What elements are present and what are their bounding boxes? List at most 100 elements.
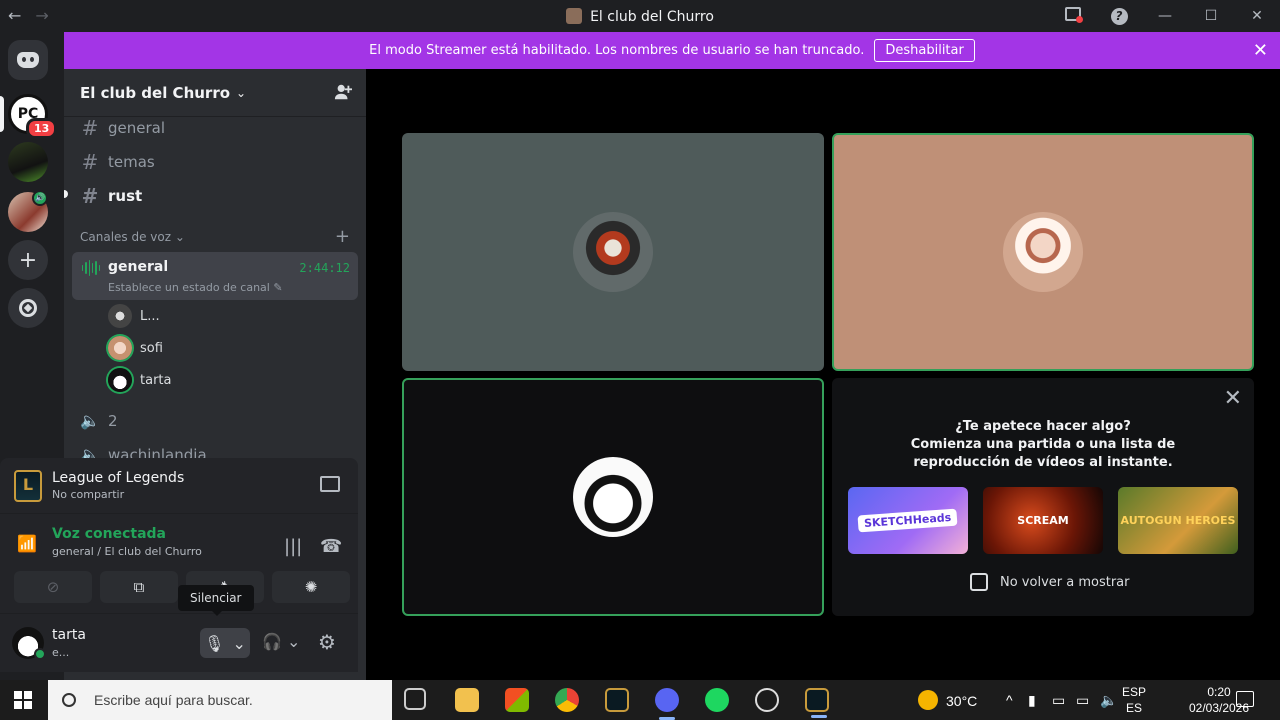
game-sketchheads[interactable]: SKETCHHeads (848, 487, 968, 554)
file-explorer-icon[interactable] (455, 688, 479, 712)
hash-icon: # (81, 150, 99, 174)
active-voice-channel[interactable]: general 2:44:12 Establece un estado de c… (72, 252, 358, 300)
server-cat[interactable] (8, 142, 48, 182)
windows-taskbar: Escribe aquí para buscar. 30°C ^ ▮ ▭ ▭ 🔈… (0, 680, 1280, 720)
add-server-button[interactable]: + (8, 240, 48, 280)
window-title-text: El club del Churro (590, 9, 714, 25)
inbox-icon (1065, 7, 1083, 23)
usb-icon[interactable]: ▮ (1028, 692, 1036, 709)
noise-suppression-icon[interactable]: ||| (284, 536, 302, 557)
weather-sun-icon[interactable] (918, 690, 938, 710)
voice-member[interactable]: sofi (108, 336, 163, 360)
channel-label: temas (108, 153, 155, 171)
display-icon[interactable]: ▭ (1076, 692, 1089, 709)
chevron-down-icon: ⌄ (174, 230, 185, 244)
video-tile-user-3[interactable] (402, 378, 824, 616)
obs-icon[interactable] (755, 688, 779, 712)
chevron-up-icon[interactable]: ^ (1006, 692, 1013, 708)
league-game-icon[interactable] (805, 688, 829, 718)
avatar (573, 212, 653, 292)
channel-temas[interactable]: # temas (80, 150, 155, 174)
screen-share-icon: ⧉ (133, 578, 145, 596)
notifications-icon[interactable] (1236, 691, 1254, 707)
voice-location[interactable]: general / El club del Churro (52, 545, 202, 558)
search-icon (62, 693, 76, 707)
streamer-mode-banner: El modo Streamer está habilitado. Los no… (64, 32, 1280, 69)
channel-rust[interactable]: # rust (80, 184, 143, 208)
deafen-button[interactable]: 🎧 ⌄ (262, 632, 300, 651)
league-client-icon[interactable] (605, 688, 629, 712)
game-title: AUTOGUN HEROES (1120, 514, 1236, 527)
search-placeholder: Escribe aquí para buscar. (94, 692, 253, 708)
channel-general[interactable]: # general (80, 116, 165, 140)
store-icon[interactable] (505, 688, 529, 712)
avatar (573, 457, 653, 537)
spotify-icon[interactable] (705, 688, 729, 712)
maximize-button[interactable]: ☐ (1188, 8, 1234, 24)
connection-signal-icon[interactable]: 📶 (12, 529, 42, 559)
video-tile-user-2[interactable] (832, 133, 1254, 371)
game-scream[interactable]: SCREAM (983, 487, 1103, 554)
mention-badge: 13 (26, 118, 58, 139)
guild-header[interactable]: El club del Churro ⌄ (64, 69, 366, 117)
category-label: Canales de voz (80, 230, 172, 244)
game-title: SCREAM (1017, 514, 1069, 527)
set-channel-status[interactable]: Establece un estado de canal ✎ (108, 281, 283, 294)
discord-taskbar-icon[interactable] (655, 688, 679, 720)
suggestion-subtitle: Comienza una partida o una lista de repr… (910, 437, 1176, 470)
suggestion-title: ¿Te apetece hacer algo? (955, 419, 1131, 434)
voice-member[interactable]: tarta (108, 368, 171, 392)
hash-icon: # (81, 116, 99, 140)
close-banner-icon[interactable]: ✕ (1253, 40, 1268, 61)
disconnect-icon[interactable]: ☎ (320, 536, 342, 557)
network-icon[interactable]: ▭ (1052, 692, 1065, 709)
chevron-down-icon[interactable]: ⌄ (233, 634, 246, 653)
chrome-icon[interactable] (555, 688, 579, 712)
activity-status: No compartir (52, 488, 125, 501)
create-channel-button[interactable]: + (335, 226, 350, 247)
voice-member[interactable]: L... (108, 304, 160, 328)
invite-people-icon[interactable] (334, 83, 352, 101)
voice-channel-2[interactable]: 🔈 2 (80, 411, 118, 430)
language-indicator[interactable]: ESP ES (1122, 684, 1146, 716)
task-view-icon[interactable] (404, 688, 426, 710)
help-icon: ? (1110, 7, 1128, 25)
soundboard-icon: ✺ (304, 578, 318, 596)
channel-status-text: Establece un estado de canal (108, 281, 270, 294)
disable-streamer-button[interactable]: Deshabilitar (874, 39, 975, 62)
plus-icon: + (18, 247, 38, 273)
game-autogun-heroes[interactable]: AUTOGUN HEROES (1118, 487, 1238, 554)
guild-name: El club del Churro (80, 83, 231, 102)
compass-icon (19, 299, 37, 317)
screen-share-button[interactable]: ⧉ (100, 571, 178, 603)
server-icon (566, 8, 583, 24)
camera-button[interactable]: ⊘ (14, 571, 92, 603)
member-name: sofi (140, 340, 163, 356)
chevron-down-icon: ⌄ (236, 85, 247, 100)
close-icon[interactable]: ✕ (1224, 386, 1242, 411)
close-window-button[interactable]: ✕ (1234, 8, 1280, 24)
voice-channel-name: general (108, 259, 169, 275)
user-name: tarta (52, 627, 86, 643)
mute-button[interactable]: 🎙 ⌄ (200, 628, 250, 658)
weather-temp[interactable]: 30°C (946, 693, 977, 709)
microphone-icon: 🎙 (204, 633, 225, 653)
soundboard-button[interactable]: ✺ (272, 571, 350, 603)
help-button[interactable]: ? (1096, 7, 1142, 25)
avatar (108, 368, 132, 392)
home-button[interactable] (8, 40, 48, 80)
gear-icon[interactable]: ⚙ (318, 630, 336, 654)
voice-category[interactable]: Canales de voz ⌄ (80, 230, 185, 244)
taskbar-search[interactable]: Escribe aquí para buscar. (48, 680, 392, 720)
windows-start-icon[interactable] (14, 691, 32, 709)
dont-show-again-checkbox[interactable]: No volver a mostrar (970, 573, 1129, 591)
video-tile-user-1[interactable] (402, 133, 824, 371)
selected-server-pill (0, 96, 4, 132)
share-screen-icon[interactable] (320, 476, 340, 492)
minimize-button[interactable]: — (1142, 8, 1188, 24)
explore-button[interactable] (8, 288, 48, 328)
activity-game: League of Legends (52, 470, 185, 486)
inbox-button[interactable] (1050, 7, 1096, 25)
channel-label: general (108, 119, 166, 137)
volume-icon[interactable]: 🔈 (1100, 692, 1117, 709)
